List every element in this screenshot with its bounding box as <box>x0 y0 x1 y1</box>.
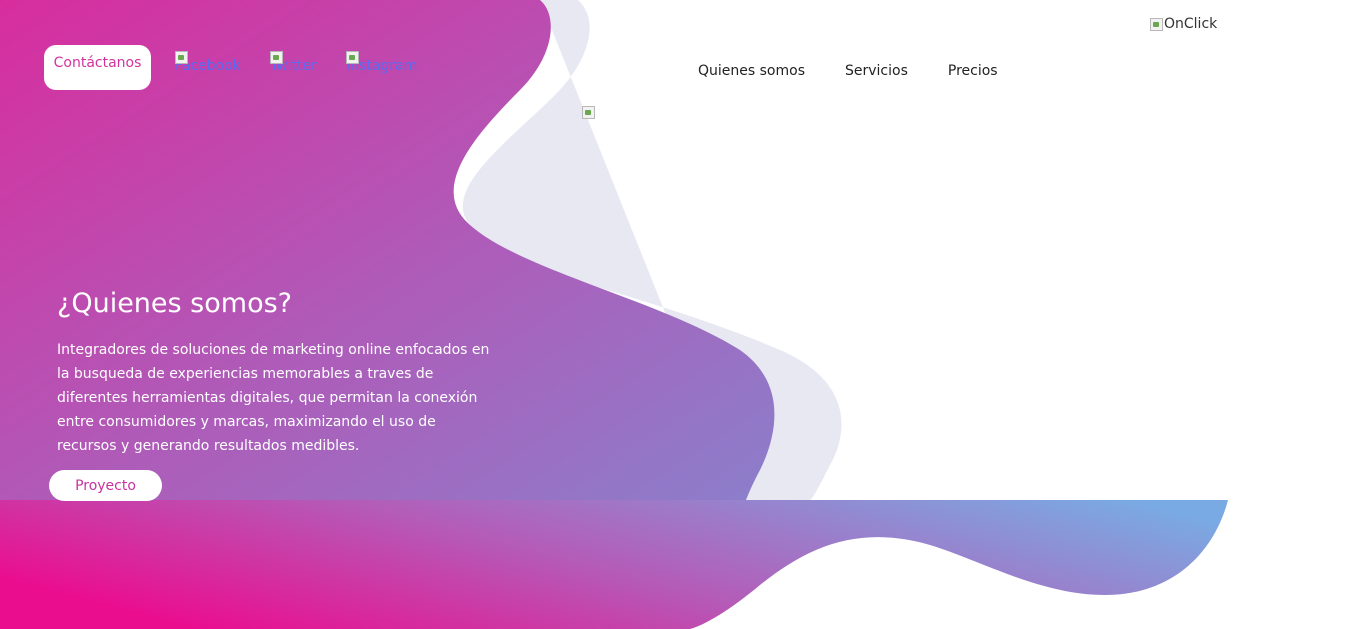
facebook-link[interactable]: Facebook <box>175 51 241 74</box>
project-button[interactable]: Proyecto <box>49 470 162 501</box>
brand-logo-alt: OnClick <box>1164 16 1218 32</box>
hero-image-icon <box>582 106 595 119</box>
twitter-link[interactable]: Twitter <box>270 51 317 74</box>
logo-image-icon <box>1150 17 1163 31</box>
twitter-icon <box>270 51 283 64</box>
nav-item-quienes-somos[interactable]: Quienes somos <box>698 63 805 79</box>
hero-title: ¿Quienes somos? <box>57 288 292 319</box>
instagram-icon <box>346 51 359 64</box>
facebook-icon <box>175 51 188 64</box>
contact-button[interactable]: Contáctanos <box>44 45 151 90</box>
main-nav: Quienes somos Servicios Precios <box>698 63 998 79</box>
hero-description: Integradores de soluciones de marketing … <box>57 342 490 454</box>
nav-item-servicios[interactable]: Servicios <box>845 63 908 79</box>
brand-logo[interactable]: OnClick <box>1150 16 1217 32</box>
landing-page: Contáctanos Facebook Twitter Instagram O… <box>0 0 1366 629</box>
nav-item-precios[interactable]: Precios <box>948 63 998 79</box>
instagram-link[interactable]: Instagram <box>346 51 417 74</box>
footer-gradient-shape <box>0 500 1228 629</box>
